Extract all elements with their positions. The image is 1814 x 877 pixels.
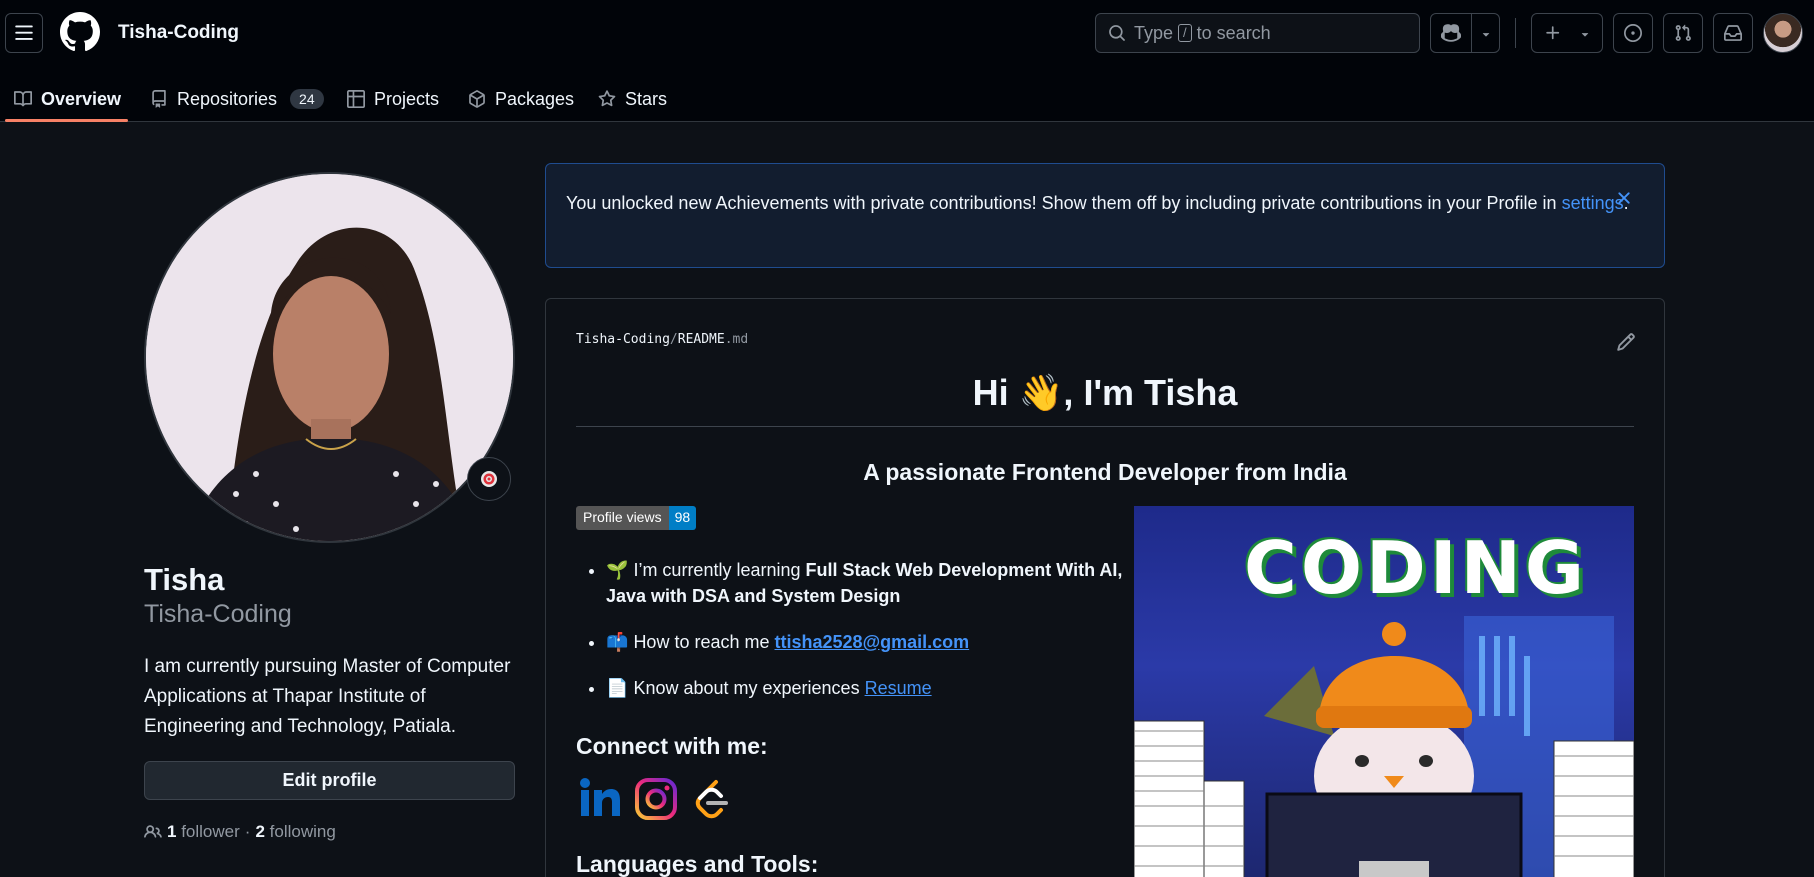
set-status-button[interactable] [467,457,511,501]
search-shortcut-key: / [1178,24,1192,42]
issue-opened-icon [1624,24,1642,42]
readme-card: Tisha-Coding/README.md Hi 👋, I'm Tisha A… [545,298,1665,877]
menu-button[interactable] [5,13,43,53]
followers-link[interactable]: 1 follower [167,822,240,842]
profile-views-badge: Profile views 98 [576,506,697,530]
tab-repositories-label: Repositories [177,88,278,109]
bullet-text: I’m currently learning [633,560,801,580]
coding-penguin-gif: CODING [1134,506,1634,877]
search-prefix: Type [1134,22,1174,43]
readme-subheading: A passionate Frontend Developer from Ind… [863,459,1347,485]
badge-label: Profile views [576,506,669,530]
profile-avatar[interactable] [144,172,515,543]
github-logo-icon[interactable] [60,12,100,52]
user-avatar[interactable] [1763,13,1803,53]
gif-title-text: CODING [1244,526,1588,610]
following-label: following [269,822,336,841]
search-icon [1109,25,1125,41]
close-icon[interactable] [1614,188,1634,208]
tab-projects-label: Projects [374,88,440,109]
pull-requests-button[interactable] [1663,13,1703,53]
header-divider [1515,18,1516,48]
hamburger-icon [15,25,33,40]
table-icon [347,90,365,108]
tab-stars-label: Stars [625,88,668,109]
book-icon [14,91,32,107]
copilot-icon [1441,24,1461,42]
profile-login: Tisha-Coding [144,600,292,628]
tab-stars[interactable]: Stars [598,76,667,122]
badge-value: 98 [668,506,697,530]
copilot-button[interactable] [1430,13,1500,53]
follow-separator: · [244,822,251,841]
tab-repositories[interactable]: Repositories 24 [150,76,324,122]
readme-path: Tisha-Coding/README.md [576,332,748,347]
readme-path-ext: .md [724,332,749,347]
owner-name[interactable]: Tisha-Coding [118,22,239,44]
tab-packages[interactable]: Packages [468,76,574,122]
issues-button[interactable] [1613,13,1653,53]
bullet-text: Know about my experiences [633,678,860,698]
follow-stats: 1 follower · 2 following [144,822,336,842]
readme-path-separator: / [669,332,678,347]
readme-bullet-list: 🌱 I’m currently learning Full Stack Web … [606,557,1126,721]
linkedin-icon[interactable] [578,776,624,822]
star-icon [598,90,616,107]
target-emoji-icon [481,471,497,487]
repo-icon [152,90,166,108]
profile-photo [146,174,513,541]
email-link[interactable]: ttisha2528@gmail.com [775,632,970,652]
create-new-button[interactable] [1531,13,1603,53]
readme-heading: Hi 👋, I'm Tisha [576,372,1634,427]
tab-projects[interactable]: Projects [347,76,439,122]
seedling-emoji: 🌱 [606,560,629,580]
repositories-count: 24 [290,89,324,109]
languages-heading: Languages and Tools: [576,851,819,877]
followers-label: follower [181,822,240,841]
copilot-divider [1471,14,1472,52]
pencil-icon[interactable] [1616,332,1636,352]
plus-icon [1546,26,1560,40]
list-item: 🌱 I’m currently learning Full Stack Web … [606,557,1126,609]
chevron-down-icon[interactable] [1479,27,1493,41]
readme-path-owner[interactable]: Tisha-Coding [576,332,670,347]
page-emoji: 📄 [606,678,629,698]
active-tab-indicator [5,119,128,122]
resume-link[interactable]: Resume [865,678,932,698]
following-link[interactable]: 2 following [255,822,335,842]
leetcode-icon[interactable] [688,776,734,822]
search-input[interactable]: Type / to search [1095,13,1420,53]
package-icon [469,90,485,108]
mailbox-emoji: 📫 [606,632,629,652]
git-pull-request-icon [1675,24,1691,41]
readme-path-file[interactable]: README [678,332,725,347]
app-header: Tisha-Coding Type / to search Overview R… [0,0,1814,122]
banner-text: You unlocked new Achievements with priva… [566,193,1557,213]
followers-count: 1 [167,822,177,841]
connect-heading: Connect with me: [576,733,768,759]
achievements-banner: You unlocked new Achievements with priva… [545,163,1665,268]
list-item: 📄 Know about my experiences Resume [606,675,1126,701]
people-icon [144,825,162,838]
bullet-text: How to reach me [633,632,770,652]
chevron-down-icon [1581,33,1589,37]
inbox-icon [1724,25,1742,41]
profile-name: Tisha [144,562,225,597]
list-item: 📫 How to reach me ttisha2528@gmail.com [606,629,1126,655]
inbox-button[interactable] [1713,13,1753,53]
instagram-icon[interactable] [633,776,679,822]
following-count: 2 [255,822,265,841]
tab-overview[interactable]: Overview [14,76,121,122]
edit-profile-button[interactable]: Edit profile [144,761,515,800]
profile-bio: I am currently pursuing Master of Comput… [144,656,511,737]
tab-packages-label: Packages [495,88,575,109]
search-suffix: to search [1196,22,1271,43]
tab-overview-label: Overview [41,88,122,109]
